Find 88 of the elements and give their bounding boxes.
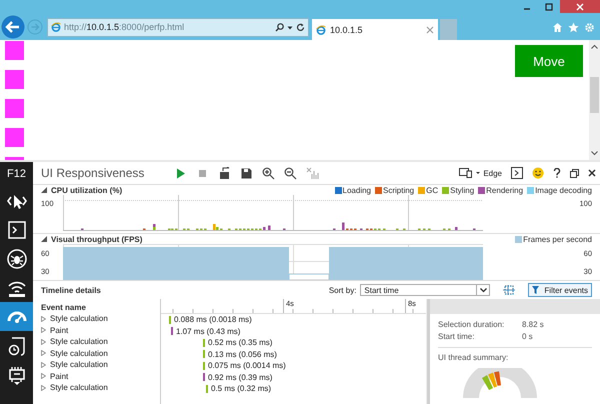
square-block [5,99,24,118]
console-button[interactable] [511,167,523,179]
event-name: Paint [50,372,68,381]
star-icon[interactable] [568,22,579,32]
summary-label: Start time: [438,332,476,341]
expand-triangle-icon[interactable] [41,327,46,334]
zoom-out-icon[interactable] [284,166,297,180]
legend-label: Frames per second [523,234,592,244]
event-name: Style calculation [50,383,108,392]
sort-label: Sort by: [328,286,356,294]
expand-triangle-icon[interactable] [41,362,46,368]
back-icon[interactable] [1,15,25,39]
event-row[interactable]: Style calculation [41,359,160,370]
save-icon[interactable] [240,166,253,180]
bug-icon [6,248,28,270]
console-icon [514,170,520,176]
expand-triangle-icon[interactable] [41,316,46,322]
expand-triangle-icon[interactable] [41,384,46,391]
import-icon[interactable] [218,166,231,180]
event-duration: 0.13 ms (0.056 ms) [208,350,277,359]
section-title: CPU utilization (%) [51,186,122,194]
address-bar[interactable]: http://10.0.1.5:8000/perfp.html [47,18,309,36]
event-duration: 0.52 ms (0.35 ms) [208,338,272,348]
search-icon[interactable] [275,22,284,32]
move-button[interactable]: Move [515,45,583,77]
event-row[interactable]: Paint [41,324,160,336]
summary-value: 8.82 s [522,320,544,329]
chevron-up-icon[interactable] [591,44,598,49]
help-icon[interactable] [553,168,561,178]
event-name: Paint [50,326,68,335]
collapse-triangle-icon[interactable] [41,187,47,193]
maximize-icon[interactable] [545,2,553,10]
square-block [5,41,24,60]
summary-value: 0 s [522,332,533,341]
play-icon[interactable] [174,166,187,180]
event-name: Style calculation [50,337,108,346]
f12-label: F12 [7,167,26,182]
page-icon [316,24,326,34]
chevron-down-icon[interactable] [591,151,598,156]
column-header: Event name [41,302,87,313]
event-row[interactable]: Paint [41,370,160,382]
collapse-triangle-icon[interactable] [41,236,47,242]
sort-dropdown[interactable]: Start time [360,284,490,296]
event-row[interactable]: Style calculation [41,313,160,324]
event-row[interactable]: Style calculation [41,336,160,348]
refresh-icon[interactable] [296,22,305,32]
legend-label: GC [426,186,438,194]
filter-icon [532,286,540,294]
expand-triangle-icon[interactable] [41,373,46,380]
event-row[interactable]: Style calculation [41,348,160,359]
section-title: Timeline details [41,286,102,294]
legend-label: Scripting [383,186,414,194]
devices-icon [459,168,474,178]
event-duration: 0.92 ms (0.39 ms) [208,372,272,382]
event-name: Style calculation [50,348,108,358]
legend-label: Styling [450,186,474,194]
filter-events-button[interactable]: Filter events [528,283,592,297]
close-icon[interactable] [588,169,596,177]
event-duration: 0.5 ms (0.32 ms) [211,384,272,394]
expand-triangle-icon[interactable] [41,338,46,345]
event-duration: 0.088 ms (0.0018 ms) [174,315,252,324]
smiley-icon[interactable] [532,167,544,179]
section-title: Visual throughput (FPS) [51,234,142,244]
event-duration: 0.075 ms (0.0014 ms) [208,361,286,370]
restore-icon[interactable] [570,168,579,178]
expand-triangle-icon[interactable] [41,350,46,356]
event-duration: 1.07 ms (0.43 ms) [176,326,240,336]
legend-label: Rendering [486,186,524,194]
summary-heading: UI thread summary: [438,353,508,362]
event-row[interactable]: Style calculation [41,382,160,394]
legend-label: Loading [342,186,371,194]
zoom-in-icon[interactable] [262,166,275,180]
square-block [5,128,24,147]
panel-title: UI Responsiveness [41,166,146,180]
emulation-mode-button[interactable]: Edge [459,168,502,178]
event-name: Style calculation [50,360,108,370]
legend-swatch [515,236,522,242]
square-block [5,70,24,89]
chevron-down-icon [480,288,487,292]
legend-label: Image decoding [535,186,592,194]
scrollbar[interactable] [589,40,600,160]
summary-label: Selection duration: [438,320,506,329]
console-icon [6,218,28,240]
url-text: http://10.0.1.5:8000/perfp.html [64,22,186,32]
event-name: Style calculation [50,314,108,324]
page-icon [51,22,61,32]
zoom-fit-icon[interactable] [502,284,516,296]
browser-tab[interactable]: 10.0.1.5 [312,19,438,40]
